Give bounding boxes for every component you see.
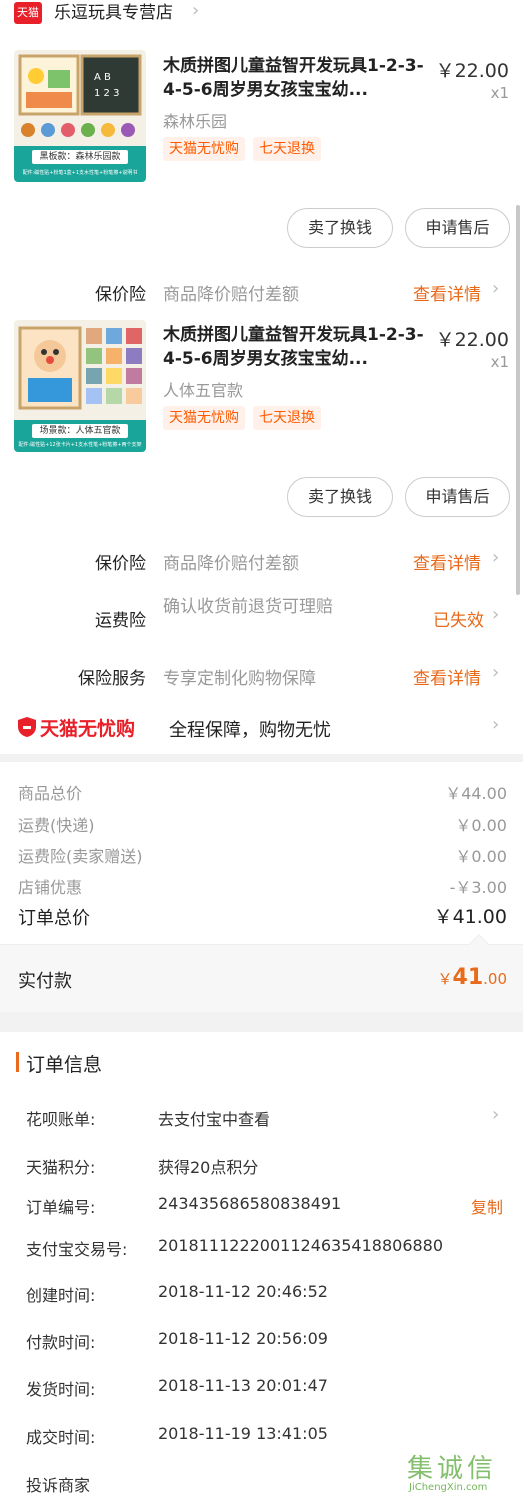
info-label: 发货时间:	[26, 1380, 96, 1399]
shield-icon	[18, 717, 36, 737]
product-thumbnail[interactable]: 场景款：人体五官款 配件:磁性贴+12张卡片+1支水性笔+粉笔擦+两个支架	[14, 320, 146, 452]
info-label: 付款时间:	[26, 1333, 96, 1352]
worry-free-text: 全程保障，购物无忧	[169, 720, 331, 741]
fee-label: 店铺优惠	[18, 878, 83, 897]
chevron-right-icon: ›	[492, 662, 500, 683]
svg-text:A B: A B	[94, 72, 111, 83]
price-protect-label: 保价险	[95, 554, 146, 574]
sell-button[interactable]: 卖了换钱	[287, 208, 393, 248]
watermark-url: JiChengXin.com	[409, 1482, 488, 1493]
chevron-right-icon: ›	[492, 278, 500, 299]
chevron-right-icon: ›	[492, 547, 500, 568]
price-protect-link[interactable]: 查看详情	[413, 549, 481, 574]
thumbnail-caption: 黑板款：森林乐园款	[39, 152, 121, 162]
product-sku: 森林乐园	[163, 112, 228, 131]
fee-value: -￥3.00	[449, 878, 507, 897]
protect-service-link[interactable]: 查看详情	[413, 664, 481, 689]
fee-summary: 商品总价 ￥44.00 运费(快递) ￥0.00 运费险(卖家赠送) ￥0.00…	[0, 762, 523, 944]
tmall-logo: 天猫	[14, 2, 42, 24]
paid-int: 41	[452, 965, 484, 990]
thumbnail-subcaption: 配件:磁性贴+12张卡片+1支水性笔+粉笔擦+两个支架	[18, 442, 142, 448]
freight-insurance-label: 运费险	[95, 611, 146, 631]
info-value: 2018111222001124635418806880	[158, 1236, 444, 1255]
order-total-value: ￥41.00	[433, 906, 507, 928]
order-info: 订单信息 花呗账单: 去支付宝中查看 › 天猫积分: 获得20点积分 订单编号:…	[0, 1032, 523, 1500]
info-value: 2018-11-19 13:41:05	[158, 1424, 328, 1443]
fee-label: 商品总价	[18, 784, 83, 803]
info-label: 天猫积分:	[26, 1158, 96, 1177]
service-section: 运费险 确认收货前退货可理赔 已失效 › 保险服务 专享定制化购物保障 查看详情…	[0, 590, 523, 702]
after-sale-button[interactable]: 申请售后	[405, 477, 510, 517]
price-protect-link[interactable]: 查看详情	[413, 280, 481, 305]
tag-seven-day-return: 七天退换	[253, 137, 321, 161]
chevron-right-icon: ›	[492, 714, 500, 735]
paid-section: 实付款 ￥41.00	[0, 934, 523, 1012]
info-label: 订单编号:	[26, 1198, 96, 1217]
copy-button[interactable]: 复制	[471, 1194, 503, 1218]
info-label: 成交时间:	[26, 1428, 96, 1447]
info-value: 2018-11-12 20:46:52	[158, 1282, 328, 1301]
product-qty: x1	[490, 84, 509, 102]
tag-worry-free: 天猫无忧购	[163, 137, 245, 161]
info-label: 支付宝交易号:	[26, 1240, 128, 1259]
scrollbar[interactable]	[516, 205, 520, 595]
info-label: 创建时间:	[26, 1286, 96, 1305]
info-value: 获得20点积分	[158, 1158, 259, 1177]
product-price: ￥22.00	[435, 329, 509, 351]
product-title[interactable]: 木质拼图儿童益智开发玩具1-2-3-4-5-6周岁男女孩宝宝幼...	[163, 54, 425, 102]
thumbnail-caption: 场景款：人体五官款	[39, 426, 121, 436]
thumbnail-subcaption: 配件:磁性贴+粉笔1盒+1支水性笔+粉笔擦+说明书	[22, 170, 138, 176]
store-name[interactable]: 乐逗玩具专营店	[54, 2, 173, 24]
fee-value: ￥0.00	[455, 816, 507, 835]
paid-label: 实付款	[18, 971, 72, 992]
paid-currency: ￥	[437, 970, 453, 988]
info-value: 2018-11-12 20:56:09	[158, 1329, 328, 1348]
fee-label: 运费险(卖家赠送)	[18, 847, 143, 866]
order-number: 243435686580838491	[158, 1194, 342, 1213]
tag-seven-day-return: 七天退换	[253, 406, 321, 430]
order-total-label: 订单总价	[18, 908, 90, 929]
chevron-right-icon: ›	[492, 1104, 500, 1125]
order-info-title: 订单信息	[26, 1054, 103, 1076]
order-item: A B 1 2 3 黑板款：森林乐园款 配件:磁性贴+粉笔1盒+1支水性笔+粉笔…	[0, 28, 523, 315]
tag-worry-free: 天猫无忧购	[163, 406, 245, 430]
info-label: 花呗账单:	[26, 1110, 96, 1129]
section-accent-bar	[16, 1052, 19, 1072]
price-protect-desc: 商品降价赔付差额	[163, 554, 299, 574]
price-protect-label: 保价险	[95, 285, 146, 305]
price-protect-desc: 商品降价赔付差额	[163, 285, 299, 305]
protect-service-label: 保险服务	[78, 669, 146, 689]
worry-free-brand: 天猫无忧购	[40, 718, 136, 740]
huabei-link[interactable]: 去支付宝中查看	[158, 1106, 270, 1130]
freight-insurance-desc: 确认收货前退货可理赔	[163, 597, 333, 617]
complain-seller[interactable]: 投诉商家	[26, 1472, 90, 1496]
product-qty: x1	[490, 353, 509, 371]
freight-insurance-status[interactable]: 已失效	[433, 606, 484, 631]
sell-button[interactable]: 卖了换钱	[287, 477, 393, 517]
product-title[interactable]: 木质拼图儿童益智开发玩具1-2-3-4-5-6周岁男女孩宝宝幼...	[163, 323, 425, 371]
product-price: ￥22.00	[435, 60, 509, 82]
order-item: 场景款：人体五官款 配件:磁性贴+12张卡片+1支水性笔+粉笔擦+两个支架 木质…	[0, 315, 523, 590]
store-header[interactable]: 天猫 乐逗玩具专营店 ›	[0, 0, 523, 28]
product-thumbnail[interactable]: A B 1 2 3 黑板款：森林乐园款 配件:磁性贴+粉笔1盒+1支水性笔+粉笔…	[14, 50, 146, 182]
watermark: 集诚信 JiChengXin.com	[407, 1448, 517, 1498]
protect-service-desc: 专享定制化购物保障	[163, 669, 316, 689]
fee-value: ￥44.00	[445, 784, 507, 803]
after-sale-button[interactable]: 申请售后	[405, 208, 510, 248]
worry-free-banner[interactable]: 天猫无忧购 全程保障，购物无忧 ›	[0, 702, 523, 754]
paid-dec: .00	[483, 970, 507, 988]
fee-value: ￥0.00	[455, 847, 507, 866]
chevron-right-icon: ›	[192, 0, 200, 21]
watermark-glyphs: 集诚信	[407, 1454, 498, 1484]
paid-amount: ￥41.00	[438, 965, 508, 990]
product-sku: 人体五官款	[163, 381, 244, 400]
fee-label: 运费(快递)	[18, 816, 95, 835]
chevron-right-icon: ›	[492, 604, 500, 625]
info-value: 2018-11-13 20:01:47	[158, 1376, 328, 1395]
svg-text:1 2 3: 1 2 3	[94, 88, 119, 99]
